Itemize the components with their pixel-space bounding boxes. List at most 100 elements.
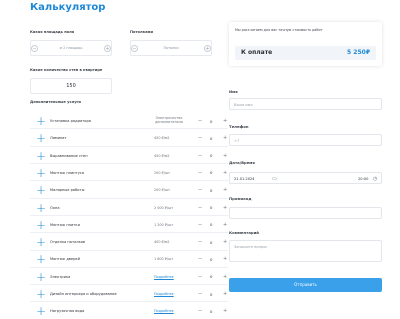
service-name: Установка радиатора (50, 119, 91, 123)
service-row: +Монтаж плитки1 200 ₽/шт−0+ (30, 217, 212, 233)
services-header: Дополнительные услуги (30, 100, 81, 104)
minus-icon[interactable]: − (198, 187, 202, 193)
plus-icon[interactable]: + (36, 220, 46, 230)
minus-icon[interactable]: − (198, 135, 202, 141)
service-price: 1 200 ₽/шт (154, 223, 173, 227)
service-row: +Установка радиатораЭлектричество дополн… (30, 113, 212, 129)
service-price[interactable]: Подробнее (154, 292, 174, 296)
plus-icon[interactable]: + (223, 274, 227, 280)
service-name: Ламинат (50, 136, 67, 140)
plus-icon[interactable]: + (36, 254, 46, 264)
comment-field[interactable]: Запишите вопрос (229, 240, 382, 262)
service-qty: 0 (210, 153, 212, 158)
calendar-icon[interactable]: ▭ (272, 176, 277, 182)
plus-icon[interactable]: + (204, 45, 211, 52)
divider (30, 180, 228, 181)
height-label: Потолками (130, 30, 153, 34)
minus-icon[interactable]: − (131, 45, 138, 52)
plus-icon[interactable]: + (223, 222, 227, 228)
divider (30, 301, 228, 302)
phone-field[interactable]: +7 (229, 134, 382, 146)
minus-icon[interactable]: − (31, 45, 38, 52)
plus-icon[interactable]: + (36, 272, 46, 282)
plus-icon[interactable]: + (223, 153, 227, 159)
service-price[interactable]: Подробнее (154, 275, 174, 279)
service-row: +Монтаж дверей1 600 ₽/шт−0+ (30, 251, 212, 267)
service-price: 2 000 ₽/шт (154, 206, 173, 210)
service-price: 450 ₽/м2 (154, 154, 170, 158)
area-value: м 2 площадь (60, 46, 83, 50)
clock-icon[interactable]: ◷ (373, 176, 377, 182)
plus-icon[interactable]: + (36, 203, 46, 213)
plus-icon[interactable]: + (223, 256, 227, 262)
divider (30, 198, 228, 199)
plus-icon[interactable]: + (223, 291, 227, 297)
plus-icon[interactable]: + (223, 170, 227, 176)
plus-icon[interactable]: + (223, 187, 227, 193)
divider (30, 163, 228, 164)
name-field[interactable]: Ваше имя (229, 98, 382, 110)
minus-icon[interactable]: − (198, 205, 202, 211)
plus-icon[interactable]: + (223, 205, 227, 211)
service-qty: 0 (210, 257, 212, 262)
summary-card: Мы рассчитаем для вас точную стоимость р… (229, 22, 382, 66)
minus-icon[interactable]: − (198, 274, 202, 280)
service-qty: 0 (210, 274, 212, 279)
service-name: Выравнивание стен (50, 154, 88, 158)
rooms-input[interactable]: 150 (30, 78, 112, 94)
minus-icon[interactable]: − (198, 153, 202, 159)
plus-icon[interactable]: + (36, 185, 46, 195)
service-row: +Дизайн интерьера и оборудованиеПодробне… (30, 286, 212, 302)
plus-icon[interactable]: + (36, 168, 46, 178)
minus-icon[interactable]: − (198, 118, 202, 124)
minus-icon[interactable]: − (198, 256, 202, 262)
promo-field[interactable] (229, 207, 382, 219)
plus-icon[interactable]: + (36, 116, 46, 126)
plus-icon[interactable]: + (223, 239, 227, 245)
plus-icon[interactable]: + (223, 308, 227, 314)
service-name: Отделка потолков (50, 240, 85, 244)
minus-icon[interactable]: − (198, 291, 202, 297)
datetime-field[interactable]: 21.01.2024 ▭ 20:00 ◷ (229, 172, 382, 184)
divider (30, 215, 228, 216)
minus-icon[interactable]: − (198, 222, 202, 228)
plus-icon[interactable]: + (223, 118, 227, 124)
date-label: Дата/Время (229, 160, 255, 165)
phone-placeholder: +7 (234, 139, 239, 143)
plus-icon[interactable]: + (36, 306, 46, 316)
plus-icon[interactable]: + (104, 45, 111, 52)
service-row: +ЭлектрикаПодробнее−0+ (30, 269, 212, 285)
page-title: Калькулятор (30, 2, 105, 13)
height-value: Потолки (163, 46, 178, 50)
minus-icon[interactable]: − (198, 170, 202, 176)
service-qty: 0 (210, 119, 212, 124)
minus-icon[interactable]: − (198, 239, 202, 245)
service-price: 400 ₽/м2 (154, 240, 170, 244)
plus-icon[interactable]: + (36, 289, 46, 299)
plus-icon[interactable]: + (36, 237, 46, 247)
service-row: +Ламинат450 ₽/м2−0+ (30, 130, 212, 146)
plus-icon[interactable]: + (36, 133, 46, 143)
plus-icon[interactable]: + (36, 151, 46, 161)
service-row: +Малярные работы200 ₽/шт−0+ (30, 182, 212, 198)
minus-icon[interactable]: − (198, 308, 202, 314)
divider (30, 267, 228, 268)
promo-label: Промокод (229, 196, 251, 201)
divider (30, 146, 228, 147)
submit-button[interactable]: Отправить (229, 278, 382, 292)
service-qty: 0 (210, 240, 212, 245)
height-stepper[interactable]: − Потолки + (130, 40, 212, 56)
service-qty: 0 (210, 205, 212, 210)
service-row: +Выравнивание стен450 ₽/м2−0+ (30, 148, 212, 164)
area-stepper[interactable]: − м 2 площадь + (30, 40, 112, 56)
divider (30, 128, 228, 129)
summary-note: Мы рассчитаем для вас точную стоимость р… (235, 28, 323, 32)
service-row: +Монтаж плинтуса200 ₽/шт−0+ (30, 165, 212, 181)
total-value: 5 250₽ (347, 49, 370, 56)
service-price: 200 ₽/шт (154, 188, 170, 192)
service-price[interactable]: Подробнее (154, 309, 174, 313)
service-price: 450 ₽/м2 (154, 136, 170, 140)
plus-icon[interactable]: + (223, 135, 227, 141)
service-qty: 0 (210, 222, 212, 227)
divider (30, 284, 228, 285)
